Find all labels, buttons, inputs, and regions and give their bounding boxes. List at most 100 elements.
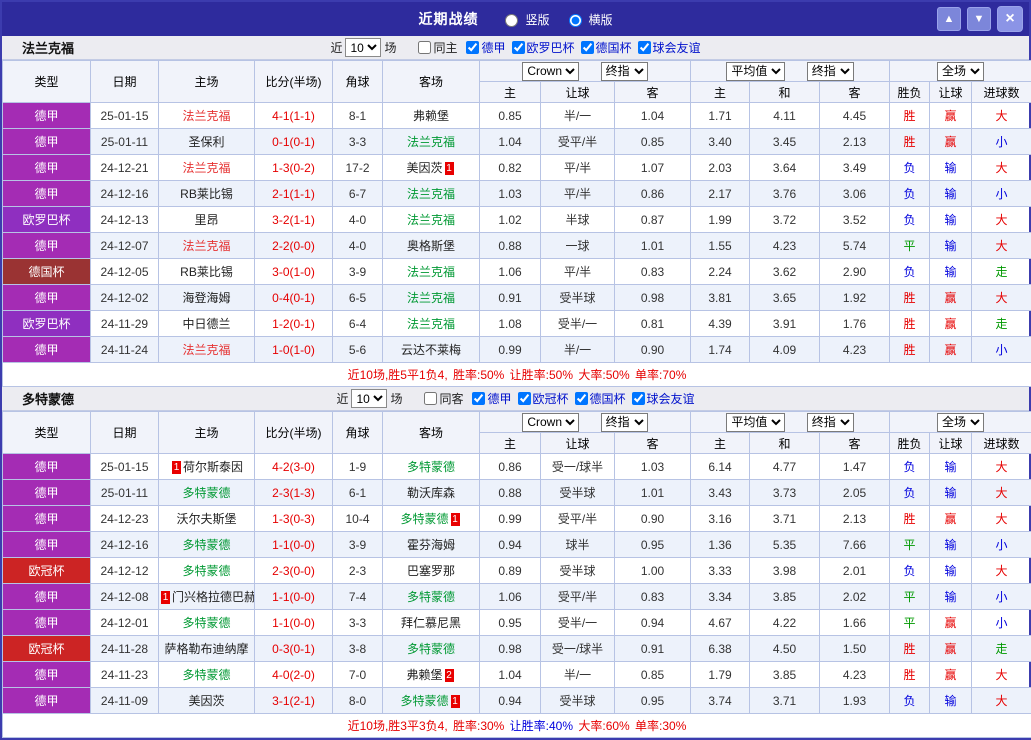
match-count-select[interactable]: 10: [345, 38, 381, 57]
league-filter[interactable]: 球会友谊: [636, 39, 701, 56]
col-avg-away: 客: [820, 433, 890, 454]
avg-away-cell: 4.23: [820, 662, 890, 688]
away-team-cell: 多特蒙德1: [383, 688, 480, 714]
result-handicap-cell: 输: [930, 259, 972, 285]
same-venue-filter[interactable]: 同主: [416, 39, 457, 56]
summary-segment: 近10场,胜5平1负4,: [348, 368, 451, 382]
league-checkbox[interactable]: [581, 41, 594, 54]
team-name: 法兰克福: [182, 161, 230, 175]
avg-home-cell: 3.43: [691, 480, 750, 506]
close-button[interactable]: ×: [997, 6, 1023, 32]
league-filter[interactable]: 德甲: [470, 390, 511, 407]
league-checkbox[interactable]: [466, 41, 479, 54]
avg-home-cell: 3.40: [691, 129, 750, 155]
league-filter[interactable]: 球会友谊: [630, 390, 695, 407]
team-name: 美因茨: [406, 161, 442, 175]
scope-select[interactable]: 全场: [937, 62, 984, 81]
match-date-cell: 24-12-02: [91, 285, 159, 311]
titlebar: 近期战绩 竖版横版 ▲ ▼ ×: [2, 2, 1029, 36]
team-name: 圣保利: [188, 135, 224, 149]
odds-time-select[interactable]: 终指: [601, 413, 648, 432]
league-type-cell: 德甲: [3, 155, 91, 181]
odds-home-cell: 0.95: [480, 610, 541, 636]
avg-select[interactable]: 平均值: [726, 62, 785, 81]
home-team-cell: 法兰克福: [159, 155, 255, 181]
score-cell: 4-0(2-0): [255, 662, 333, 688]
odds-line-cell: 受半球: [541, 480, 615, 506]
league-checkbox[interactable]: [632, 392, 645, 405]
result-wdl-cell: 负: [890, 688, 930, 714]
odds-company-select[interactable]: Crown: [522, 413, 579, 432]
league-filter[interactable]: 德甲: [464, 39, 505, 56]
result-goals-cell: 走: [972, 311, 1031, 337]
avg-time-select[interactable]: 终指: [807, 413, 854, 432]
avg-home-cell: 1.99: [691, 207, 750, 233]
odds-away-cell: 0.90: [615, 506, 691, 532]
away-team-cell: 法兰克福: [383, 129, 480, 155]
odds-away-cell: 0.85: [615, 129, 691, 155]
corners-cell: 3-3: [333, 129, 383, 155]
match-row: 德甲24-12-081门兴格拉德巴赫1-1(0-0)7-4多特蒙德1.06受平/…: [3, 584, 1031, 610]
league-filter[interactable]: 德国杯: [573, 390, 626, 407]
league-checkbox[interactable]: [472, 392, 485, 405]
league-checkbox[interactable]: [638, 41, 651, 54]
league-filter[interactable]: 德国杯: [579, 39, 632, 56]
result-goals-cell: 大: [972, 480, 1031, 506]
col-away: 客场: [383, 412, 480, 454]
odds-away-cell: 1.01: [615, 233, 691, 259]
col-date: 日期: [91, 61, 159, 103]
league-label: 球会友谊: [647, 390, 695, 407]
odds-away-cell: 0.85: [615, 662, 691, 688]
same-venue-filter[interactable]: 同客: [422, 390, 463, 407]
league-filter[interactable]: 欧冠杯: [516, 390, 569, 407]
result-wdl-cell: 负: [890, 181, 930, 207]
league-checkbox[interactable]: [518, 392, 531, 405]
team-name: 多特蒙德: [400, 512, 448, 526]
avg-home-cell: 2.24: [691, 259, 750, 285]
same-venue-checkbox[interactable]: [424, 392, 437, 405]
match-row: 德甲25-01-15法兰克福4-1(1-1)8-1弗赖堡0.85半/一1.041…: [3, 103, 1031, 129]
score-cell: 4-1(1-1): [255, 103, 333, 129]
col-odds-line: 让球: [541, 433, 615, 454]
move-down-button[interactable]: ▼: [967, 7, 991, 31]
home-team-cell: 多特蒙德: [159, 662, 255, 688]
view-radio[interactable]: [505, 14, 518, 27]
col-corners: 角球: [333, 412, 383, 454]
league-type-cell: 德甲: [3, 688, 91, 714]
avg-select[interactable]: 平均值: [726, 413, 785, 432]
view-option[interactable]: 竖版: [500, 11, 549, 28]
league-checkbox[interactable]: [575, 392, 588, 405]
league-filter[interactable]: 欧罗巴杯: [510, 39, 575, 56]
result-wdl-cell: 胜: [890, 103, 930, 129]
avg-away-cell: 3.52: [820, 207, 890, 233]
team-name: 云达不莱梅: [401, 343, 461, 357]
odds-line-cell: 受平/半: [541, 506, 615, 532]
corners-cell: 8-0: [333, 688, 383, 714]
summary-segment: 大率:60%: [578, 719, 633, 733]
result-goals-cell: 走: [972, 636, 1031, 662]
view-radio[interactable]: [569, 14, 582, 27]
match-date-cell: 25-01-15: [91, 454, 159, 480]
home-team-cell: 1门兴格拉德巴赫: [159, 584, 255, 610]
league-checkbox[interactable]: [512, 41, 525, 54]
same-venue-checkbox[interactable]: [418, 41, 431, 54]
team-name: 勒沃库森: [407, 486, 455, 500]
near-label: 近: [330, 39, 342, 56]
odds-away-cell: 0.86: [615, 181, 691, 207]
league-label: 德甲: [487, 390, 511, 407]
summary-segment: 大率:50%: [578, 368, 633, 382]
view-option[interactable]: 横版: [564, 11, 613, 28]
odds-company-group: Crown 终指: [480, 412, 691, 433]
match-count-select[interactable]: 10: [351, 389, 387, 408]
col-avg-home: 主: [691, 82, 750, 103]
move-up-button[interactable]: ▲: [937, 7, 961, 31]
scope-select[interactable]: 全场: [937, 413, 984, 432]
odds-home-cell: 0.91: [480, 285, 541, 311]
league-type-cell: 欧罗巴杯: [3, 207, 91, 233]
odds-time-select[interactable]: 终指: [601, 62, 648, 81]
odds-line-cell: 受半球: [541, 688, 615, 714]
league-type-cell: 德甲: [3, 454, 91, 480]
odds-company-select[interactable]: Crown: [522, 62, 579, 81]
avg-time-select[interactable]: 终指: [807, 62, 854, 81]
odds-line-cell: 受平/半: [541, 584, 615, 610]
